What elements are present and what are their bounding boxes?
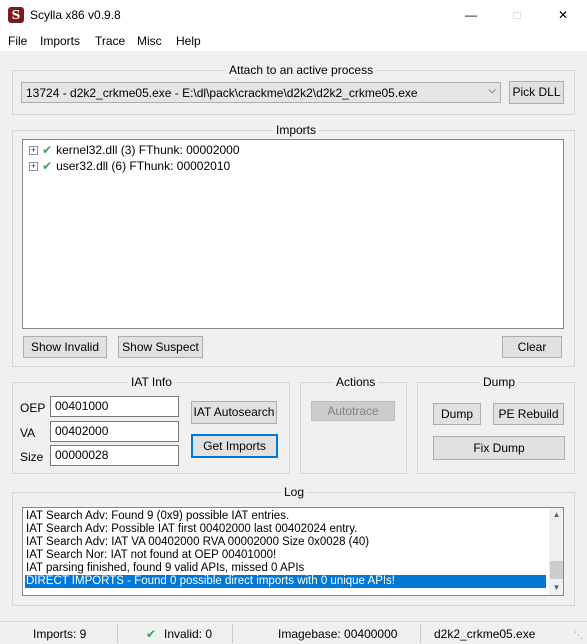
get-imports-button[interactable]: Get Imports: [191, 434, 278, 458]
va-label: VA: [20, 426, 36, 440]
tree-item-kernel32[interactable]: + ✔ kernel32.dll (3) FThunk: 00002000: [29, 143, 240, 159]
oep-label: OEP: [20, 401, 46, 415]
show-invalid-button[interactable]: Show Invalid: [23, 336, 107, 358]
dump-button[interactable]: Dump: [433, 403, 481, 425]
status-invalid-count: Invalid: 0: [164, 627, 213, 641]
tree-item-user32[interactable]: + ✔ user32.dll (6) FThunk: 00002010: [29, 159, 230, 175]
close-button[interactable]: ✕: [540, 0, 586, 31]
iat-info-group-title: IAT Info: [128, 375, 175, 389]
maximize-button[interactable]: □: [494, 0, 540, 31]
log-group-title: Log: [281, 485, 308, 499]
size-field[interactable]: 00000028: [50, 445, 179, 466]
menu-misc[interactable]: Misc: [137, 34, 162, 48]
log-line[interactable]: IAT parsing finished, found 9 valid APIs…: [25, 562, 546, 575]
dump-group-title: Dump: [480, 375, 519, 389]
va-field[interactable]: 00402000: [50, 421, 179, 442]
status-bar: Imports: 9 ✔ Invalid: 0 Imagebase: 00400…: [0, 621, 587, 644]
menu-trace[interactable]: Trace: [95, 34, 125, 48]
resize-grip-icon[interactable]: ⋱: [574, 630, 583, 641]
status-module: d2k2_crkme05.exe: [434, 627, 536, 641]
scroll-down-icon[interactable]: ▼: [549, 583, 563, 592]
log-line-selected[interactable]: DIRECT IMPORTS - Found 0 possible direct…: [25, 575, 546, 588]
status-imports-count: Imports: 9: [33, 627, 87, 641]
size-label: Size: [20, 450, 44, 464]
check-icon: ✔: [146, 627, 157, 641]
expand-icon[interactable]: +: [29, 146, 38, 156]
process-select[interactable]: 13724 - d2k2_crkme05.exe - E:\dl\pack\cr…: [21, 82, 501, 103]
window-title: Scylla x86 v0.9.8: [30, 8, 121, 22]
attach-group-title: Attach to an active process: [226, 63, 377, 77]
iat-autosearch-button[interactable]: IAT Autosearch: [191, 401, 277, 424]
process-select-value: 13724 - d2k2_crkme05.exe - E:\dl\pack\cr…: [26, 86, 418, 100]
show-suspect-button[interactable]: Show Suspect: [118, 336, 203, 358]
actions-group-title: Actions: [333, 375, 379, 389]
pe-rebuild-button[interactable]: PE Rebuild: [493, 403, 564, 425]
title-bar: S Scylla x86 v0.9.8 — □ ✕: [0, 0, 587, 31]
log-line[interactable]: IAT Search Adv: Found 9 (0x9) possible I…: [25, 510, 546, 523]
status-separator: [117, 624, 118, 643]
tree-item-label: user32.dll (6) FThunk: 00002010: [56, 159, 231, 173]
fix-dump-button[interactable]: Fix Dump: [433, 436, 565, 460]
check-icon: ✔: [42, 159, 53, 173]
log-line[interactable]: IAT Search Nor: IAT not found at OEP 004…: [25, 549, 546, 562]
status-separator: [232, 624, 233, 643]
scroll-up-icon[interactable]: ▲: [549, 510, 563, 519]
log-scrollbar[interactable]: ▲ ▼: [549, 508, 563, 595]
imports-tree[interactable]: + ✔ kernel32.dll (3) FThunk: 00002000 + ✔ us…: [22, 139, 564, 329]
pick-dll-button[interactable]: Pick DLL: [509, 81, 564, 104]
oep-field[interactable]: 00401000: [50, 396, 179, 417]
check-icon: ✔: [42, 143, 53, 157]
scrollbar-thumb[interactable]: [550, 561, 563, 579]
log-line[interactable]: IAT Search Adv: Possible IAT first 00402…: [25, 523, 546, 536]
status-separator: [420, 624, 421, 643]
tree-item-label: kernel32.dll (3) FThunk: 00002000: [56, 143, 240, 157]
scylla-app-icon: S: [8, 7, 24, 23]
dump-group: Dump: [417, 375, 575, 474]
menu-imports[interactable]: Imports: [40, 34, 80, 48]
minimize-button[interactable]: —: [448, 0, 494, 31]
status-imagebase: Imagebase: 00400000: [278, 627, 398, 641]
menu-bar: File Imports Trace Misc Help: [0, 31, 587, 51]
autotrace-button[interactable]: Autotrace: [311, 401, 395, 421]
log-list[interactable]: IAT Search Adv: Found 9 (0x9) possible I…: [22, 507, 564, 596]
expand-icon[interactable]: +: [29, 162, 38, 172]
menu-file[interactable]: File: [8, 34, 27, 48]
menu-help[interactable]: Help: [176, 34, 201, 48]
chevron-down-icon: ⌵: [488, 85, 496, 96]
imports-group-title: Imports: [273, 123, 320, 137]
actions-group: Actions: [300, 375, 407, 474]
clear-button[interactable]: Clear: [502, 336, 562, 358]
log-line[interactable]: IAT Search Adv: IAT VA 00402000 RVA 0000…: [25, 536, 546, 549]
